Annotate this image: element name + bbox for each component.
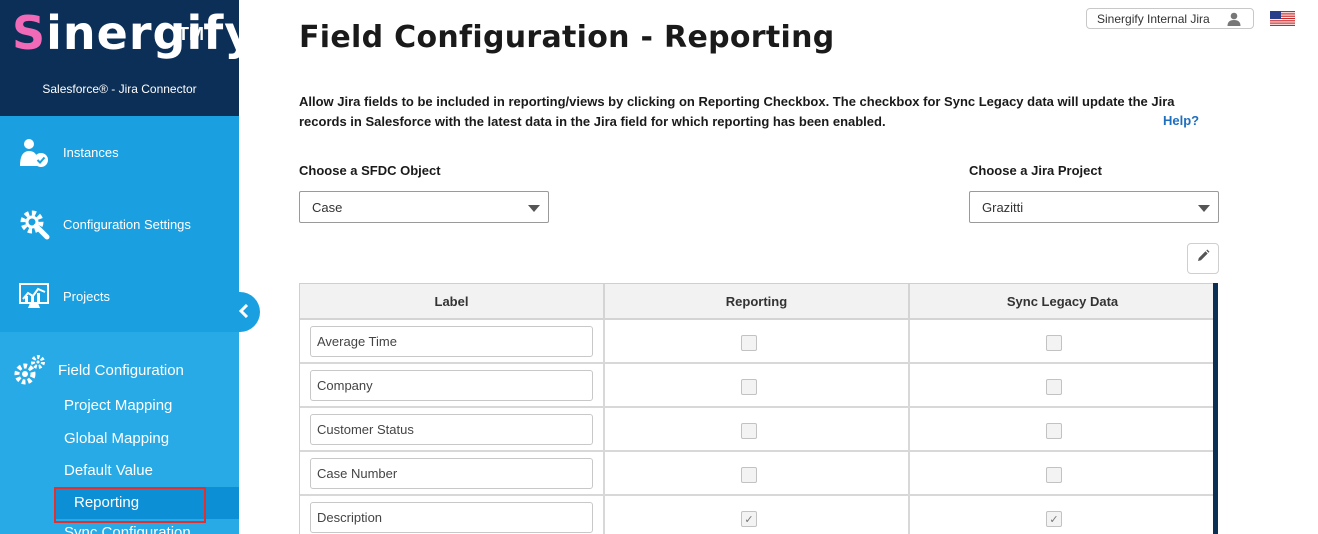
field-label-input[interactable]: Average Time	[310, 326, 593, 357]
reporting-cell	[605, 452, 910, 494]
nav-label-configuration-settings: Configuration Settings	[63, 216, 191, 232]
column-header-reporting: Reporting	[605, 284, 910, 320]
sidebar-collapse-button[interactable]	[228, 292, 260, 332]
nav-label-instances: Instances	[63, 144, 119, 160]
reporting-checkbox[interactable]	[741, 467, 757, 483]
tagline: Salesforce® - Jira Connector	[42, 82, 197, 96]
field-label-input[interactable]: Company	[310, 370, 593, 401]
gear-wrench-icon	[17, 207, 51, 241]
subnav-project-mapping[interactable]: Project Mapping	[64, 397, 172, 414]
column-header-label: Label	[300, 284, 605, 320]
sync-legacy-checkbox[interactable]	[1046, 423, 1062, 439]
edit-button[interactable]	[1187, 243, 1219, 274]
caret-down-icon	[1198, 205, 1210, 212]
user-icon	[1227, 12, 1241, 29]
pencil-icon	[1196, 249, 1210, 268]
sync-cell	[910, 408, 1215, 450]
sfdc-object-value: Case	[312, 199, 343, 215]
nav-item-field-configuration[interactable]: Field Configuration	[0, 352, 239, 390]
field-label-input[interactable]: Description	[310, 502, 593, 533]
help-link[interactable]: Help?	[1163, 113, 1199, 128]
sync-legacy-checkbox[interactable]: ✓	[1046, 511, 1062, 527]
us-flag-icon[interactable]	[1270, 11, 1295, 26]
instance-name: Sinergify Internal Jira	[1097, 11, 1210, 26]
subnav-reporting[interactable]: Reporting	[54, 487, 239, 523]
logo-text: inergify	[46, 6, 239, 60]
check-icon: ✓	[1049, 513, 1059, 526]
brand-header: Sinergify TM Salesforce® - Jira Connecto…	[0, 0, 239, 116]
nav-label-field-configuration: Field Configuration	[58, 362, 184, 379]
field-label-input[interactable]: Customer Status	[310, 414, 593, 445]
subnav-global-mapping[interactable]: Global Mapping	[64, 430, 169, 447]
instance-user-menu[interactable]: Sinergify Internal Jira	[1086, 8, 1254, 29]
sidebar: Sinergify TM Salesforce® - Jira Connecto…	[0, 0, 239, 534]
table-row: Customer Status	[300, 408, 1216, 452]
reporting-table: Label Reporting Sync Legacy Data Average…	[299, 283, 1216, 534]
chart-monitor-icon	[17, 279, 51, 313]
jira-project-label: Choose a Jira Project	[969, 163, 1102, 178]
subnav-default-value[interactable]: Default Value	[64, 462, 153, 479]
table-row: Description ✓ ✓	[300, 496, 1216, 534]
label-cell: Average Time	[300, 320, 605, 362]
sync-cell	[910, 364, 1215, 406]
gears-icon	[12, 354, 46, 392]
reporting-checkbox[interactable]	[741, 423, 757, 439]
table-row: Company	[300, 364, 1216, 408]
logo-initial: S	[12, 6, 47, 60]
jira-project-value: Grazitti	[982, 199, 1024, 215]
subnav-sync-configuration[interactable]: Sync Configuration	[64, 524, 191, 534]
reporting-checkbox[interactable]	[741, 335, 757, 351]
sfdc-object-select[interactable]: Case	[299, 191, 549, 223]
page-title: Field Configuration - Reporting	[299, 20, 835, 55]
reporting-cell	[605, 364, 910, 406]
label-cell: Company	[300, 364, 605, 406]
sync-cell	[910, 452, 1215, 494]
reporting-cell	[605, 408, 910, 450]
reporting-cell	[605, 320, 910, 362]
reporting-cell: ✓	[605, 496, 910, 534]
nav-label-projects: Projects	[63, 288, 110, 304]
nav-item-projects[interactable]: Projects	[0, 260, 239, 332]
table-row: Case Number	[300, 452, 1216, 496]
column-header-sync-legacy-data: Sync Legacy Data	[910, 284, 1215, 320]
sync-cell	[910, 320, 1215, 362]
field-configuration-section: Field Configuration Project Mapping Glob…	[0, 332, 239, 534]
jira-project-select[interactable]: Grazitti	[969, 191, 1219, 223]
chevron-left-icon	[238, 302, 250, 323]
reporting-checkbox[interactable]: ✓	[741, 511, 757, 527]
sync-cell: ✓	[910, 496, 1215, 534]
table-scrollbar[interactable]	[1213, 283, 1218, 534]
subnav-label-reporting: Reporting	[74, 494, 140, 511]
reporting-checkbox[interactable]	[741, 379, 757, 395]
logo[interactable]: Sinergify	[12, 10, 239, 56]
label-cell: Case Number	[300, 452, 605, 494]
check-icon: ✓	[744, 513, 754, 526]
label-cell: Description	[300, 496, 605, 534]
reporting-description: Allow Jira fields to be included in repo…	[299, 94, 1175, 129]
table-row: Average Time	[300, 320, 1216, 364]
sync-legacy-checkbox[interactable]	[1046, 335, 1062, 351]
nav-item-configuration-settings[interactable]: Configuration Settings	[0, 188, 239, 260]
field-label-input[interactable]: Case Number	[310, 458, 593, 489]
sync-legacy-checkbox[interactable]	[1046, 467, 1062, 483]
user-check-icon	[17, 135, 51, 169]
sfdc-object-label: Choose a SFDC Object	[299, 163, 441, 178]
sync-legacy-checkbox[interactable]	[1046, 379, 1062, 395]
nav-item-instances[interactable]: Instances	[0, 116, 239, 188]
label-cell: Customer Status	[300, 408, 605, 450]
caret-down-icon	[528, 205, 540, 212]
trademark: TM	[178, 24, 204, 44]
